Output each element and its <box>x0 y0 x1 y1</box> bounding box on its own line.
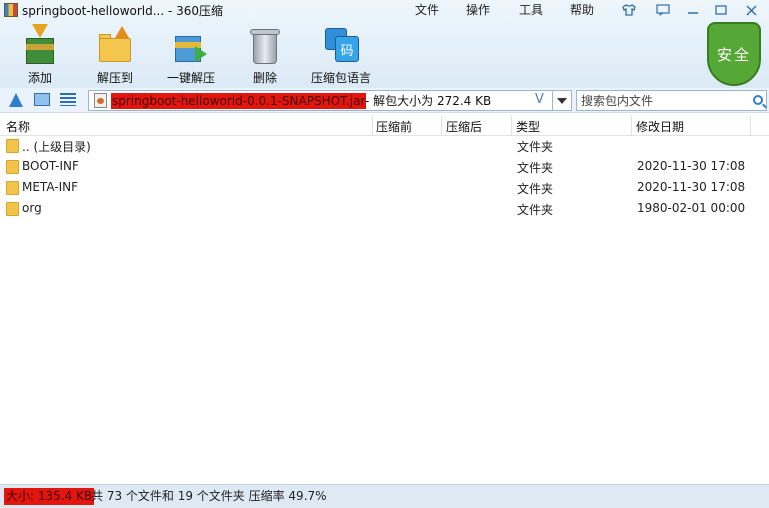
folder-icon <box>6 139 19 153</box>
title-bar: springboot-helloworld... - 360压缩 文件 操作 工… <box>0 0 769 20</box>
table-row[interactable]: BOOT-INF 文件夹 2020-11-30 17:08 <box>0 157 769 178</box>
menu-operate[interactable]: 操作 <box>466 1 490 18</box>
row-name: org <box>22 201 42 215</box>
extract-to-label: 解压到 <box>96 71 133 85</box>
column-modified-date[interactable]: 修改日期 <box>636 118 684 135</box>
row-type: 文件夹 <box>517 182 554 196</box>
row-name: BOOT-INF <box>22 159 79 173</box>
row-date: 2020-11-30 17:08 <box>637 159 746 173</box>
column-divider[interactable] <box>750 116 751 136</box>
close-icon[interactable] <box>742 2 760 18</box>
folder-icon <box>6 181 19 195</box>
search-input[interactable]: 搜索包内文件 <box>576 90 767 111</box>
delete-button[interactable]: 删除 <box>245 24 285 86</box>
list-header: 名称 压缩前 压缩后 类型 修改日期 <box>0 116 769 136</box>
extract-to-icon <box>95 24 135 66</box>
column-type[interactable]: 类型 <box>516 118 540 135</box>
shirt-icon[interactable] <box>620 2 638 18</box>
language-glyph: 码 <box>335 36 359 62</box>
column-before-size[interactable]: 压缩前 <box>376 118 412 135</box>
archive-language-icon: 码 <box>321 24 361 66</box>
menu-help[interactable]: 帮助 <box>570 1 594 18</box>
folder-icon <box>6 160 19 174</box>
archive-name: springboot-helloworld-0.0.1-SNAPSHOT.jar <box>111 93 367 109</box>
add-archive-icon <box>20 24 60 66</box>
status-info: 共 73 个文件和 19 个文件夹 压缩率 49.7% <box>91 489 327 503</box>
thumbnail-view-icon[interactable] <box>34 93 50 106</box>
column-divider[interactable] <box>441 116 442 136</box>
menu-tools[interactable]: 工具 <box>519 1 543 18</box>
column-divider[interactable] <box>372 116 373 136</box>
table-row[interactable]: .. (上级目录) 文件夹 <box>0 136 769 157</box>
extract-to-button[interactable]: 解压到 <box>94 24 136 86</box>
list-view-icon[interactable] <box>60 93 76 106</box>
window-title: springboot-helloworld... - 360压缩 <box>22 4 224 18</box>
column-divider[interactable] <box>511 116 512 136</box>
menu-file[interactable]: 文件 <box>415 1 439 18</box>
delete-icon <box>245 24 285 66</box>
message-icon[interactable] <box>654 2 672 18</box>
column-name[interactable]: 名称 <box>6 118 30 135</box>
table-row[interactable]: org 文件夹 1980-02-01 00:00 <box>0 199 769 220</box>
folder-icon <box>6 202 19 216</box>
search-placeholder: 搜索包内文件 <box>581 94 654 108</box>
one-click-extract-label: 一键解压 <box>166 71 215 85</box>
address-dropdown-button[interactable] <box>552 91 571 110</box>
up-arrow-icon[interactable] <box>9 93 23 107</box>
column-divider[interactable] <box>631 116 632 136</box>
one-click-extract-icon <box>171 24 211 66</box>
address-v-mark: V <box>535 92 544 107</box>
archive-language-button[interactable]: 码 压缩包语言 <box>309 24 373 86</box>
row-name: META-INF <box>22 180 79 194</box>
archive-language-label: 压缩包语言 <box>310 71 371 85</box>
row-type: 文件夹 <box>517 140 554 154</box>
column-after-size[interactable]: 压缩后 <box>446 118 482 135</box>
row-type: 文件夹 <box>517 161 554 175</box>
minimize-icon[interactable] <box>684 2 702 18</box>
app-logo-icon <box>4 3 18 17</box>
one-click-extract-button[interactable]: 一键解压 <box>165 24 217 86</box>
row-type: 文件夹 <box>517 203 554 217</box>
delete-label: 删除 <box>252 71 277 85</box>
address-bar[interactable]: springboot-helloworld-0.0.1-SNAPSHOT.jar… <box>88 90 572 111</box>
status-size: 大小: 135.4 KB <box>4 488 95 505</box>
row-date: 2020-11-30 17:08 <box>637 180 746 194</box>
status-bar: 大小: 135.4 KB 共 73 个文件和 19 个文件夹 压缩率 49.7% <box>0 484 769 508</box>
security-shield[interactable]: 安全 <box>707 22 761 86</box>
jar-file-icon <box>94 93 107 108</box>
row-name: .. (上级目录) <box>22 140 91 154</box>
add-label: 添加 <box>27 71 52 85</box>
add-button[interactable]: 添加 <box>19 24 61 86</box>
security-label: 安全 <box>716 45 751 64</box>
row-date: 1980-02-01 00:00 <box>637 201 746 215</box>
restore-icon[interactable] <box>712 2 730 18</box>
table-row[interactable]: META-INF 文件夹 2020-11-30 17:08 <box>0 178 769 199</box>
unpacked-size-info: - 解包大小为 272.4 KB <box>365 94 492 108</box>
search-icon[interactable] <box>753 95 763 105</box>
